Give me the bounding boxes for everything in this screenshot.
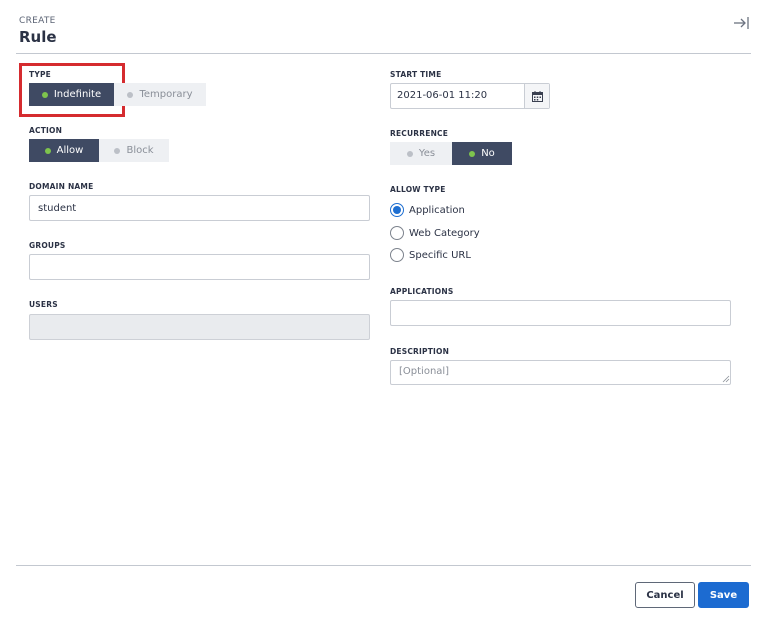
start-time-label: START TIME [390,70,442,79]
action-option-label: Block [126,145,154,156]
recurrence-option-label: No [481,148,495,159]
allow-type-option-label: Web Category [409,227,480,239]
users-label: USERS [29,300,58,309]
groups-input[interactable] [29,254,370,280]
domain-name-label: DOMAIN NAME [29,182,94,191]
save-button[interactable]: Save [698,582,749,608]
start-time-field[interactable]: 2021-06-01 11:20 [390,83,550,109]
allow-type-option-web-category[interactable]: Web Category [390,226,480,240]
applications-input[interactable] [390,300,731,326]
radio-button[interactable] [390,203,404,217]
calendar-button[interactable] [524,84,549,108]
applications-label: APPLICATIONS [390,287,454,296]
allow-type-option-label: Specific URL [409,249,471,261]
allow-type-option-label: Application [409,204,465,216]
allow-type-label: ALLOW TYPE [390,185,446,194]
status-dot [469,150,476,157]
description-label: DESCRIPTION [390,347,450,356]
radio-button[interactable] [390,226,404,240]
recurrence-label: RECURRENCE [390,129,449,138]
allow-type-option-application[interactable]: Application [390,203,465,217]
type-option-temporary[interactable]: Temporary [114,83,206,106]
recurrence-option-label: Yes [418,148,436,159]
recurrence-toggle-group: Yes No [390,142,512,165]
type-toggle-group: Indefinite Temporary [29,83,206,106]
type-option-label: Indefinite [53,89,102,100]
page-title: Rule [19,28,57,46]
cancel-button[interactable]: Cancel [635,582,695,608]
recurrence-option-no[interactable]: No [452,142,512,165]
type-label: TYPE [29,70,51,79]
collapse-right-icon [734,17,749,29]
type-option-label: Temporary [139,89,193,100]
page-eyebrow: CREATE [19,16,56,26]
start-time-value[interactable]: 2021-06-01 11:20 [391,84,524,108]
status-dot [406,150,413,157]
action-option-allow[interactable]: Allow [29,139,99,162]
description-textarea[interactable] [390,360,731,385]
allow-type-option-specific-url[interactable]: Specific URL [390,248,471,262]
recurrence-option-yes[interactable]: Yes [390,142,452,165]
action-toggle-group: Allow Block [29,139,169,162]
header-divider [16,53,751,54]
users-input [29,314,370,340]
status-dot [44,147,51,154]
action-option-label: Allow [56,145,84,156]
groups-label: GROUPS [29,241,66,250]
status-dot [127,91,134,98]
resize-grip-icon[interactable] [722,375,730,383]
footer-divider [16,565,751,566]
domain-name-input[interactable] [29,195,370,221]
status-dot [114,147,121,154]
radio-button[interactable] [390,248,404,262]
collapse-panel-button[interactable] [732,14,750,32]
calendar-icon [531,90,543,102]
status-dot [41,91,48,98]
action-option-block[interactable]: Block [99,139,169,162]
action-label: ACTION [29,126,63,135]
type-option-indefinite[interactable]: Indefinite [29,83,114,106]
